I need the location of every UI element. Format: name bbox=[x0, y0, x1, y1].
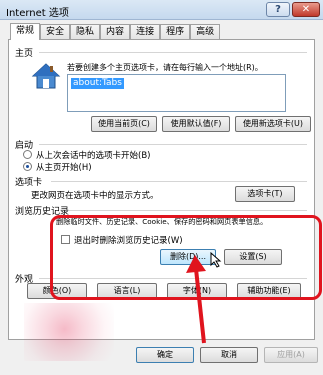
startup-section-title: 启动 bbox=[15, 141, 34, 151]
tab-general[interactable]: 常规 bbox=[10, 23, 41, 40]
tab-content[interactable]: 内容 bbox=[100, 24, 131, 39]
tab-privacy[interactable]: 隐私 bbox=[70, 24, 101, 39]
startup-home-radio[interactable] bbox=[23, 162, 32, 171]
house-icon bbox=[31, 63, 61, 89]
tab-advanced[interactable]: 高级 bbox=[190, 24, 221, 39]
tabs-hint: 更改网页在选项卡中的显示方式。 bbox=[31, 191, 159, 201]
tab-strip: 常规 安全 隐私 内容 连接 程序 高级 bbox=[10, 23, 221, 40]
arrow-annotation bbox=[186, 255, 206, 344]
tabs-settings-button[interactable]: 选项卡(T) bbox=[235, 186, 295, 202]
startup-home-label: 从主页开始(H) bbox=[36, 163, 92, 173]
help-button[interactable]: ? bbox=[266, 2, 290, 17]
home-url-value: about:Tabs bbox=[71, 78, 124, 89]
apply-button[interactable]: 应用(A) bbox=[264, 347, 318, 363]
startup-last-session-radio[interactable] bbox=[23, 150, 32, 159]
tabs-section-title: 选项卡 bbox=[15, 178, 43, 188]
watermark-logo bbox=[24, 303, 114, 361]
tab-security[interactable]: 安全 bbox=[40, 24, 71, 39]
divider bbox=[39, 52, 307, 53]
divider bbox=[69, 210, 307, 211]
home-url-textarea[interactable]: about:Tabs bbox=[67, 74, 286, 112]
use-current-button[interactable]: 使用当前页(C) bbox=[91, 116, 157, 132]
mouse-cursor-icon bbox=[210, 252, 222, 268]
use-new-tab-button[interactable]: 使用新选项卡(U) bbox=[235, 116, 311, 132]
ok-button[interactable]: 确定 bbox=[136, 347, 194, 363]
use-default-button[interactable]: 使用默认值(F) bbox=[162, 116, 230, 132]
cancel-button[interactable]: 取消 bbox=[200, 347, 258, 363]
divider bbox=[39, 144, 307, 145]
window-title: Internet 选项 bbox=[6, 8, 69, 19]
startup-last-session-label: 从上次会话中的选项卡开始(B) bbox=[36, 151, 151, 161]
home-hint: 若要创建多个主页选项卡，请在每行输入一个地址(R)。 bbox=[67, 63, 263, 72]
tab-programs[interactable]: 程序 bbox=[160, 24, 191, 39]
title-bar: Internet 选项 ? ✕ bbox=[0, 0, 323, 20]
tab-connections[interactable]: 连接 bbox=[130, 24, 161, 39]
home-section-title: 主页 bbox=[15, 49, 34, 59]
divider bbox=[51, 181, 307, 182]
close-button[interactable]: ✕ bbox=[292, 2, 320, 17]
